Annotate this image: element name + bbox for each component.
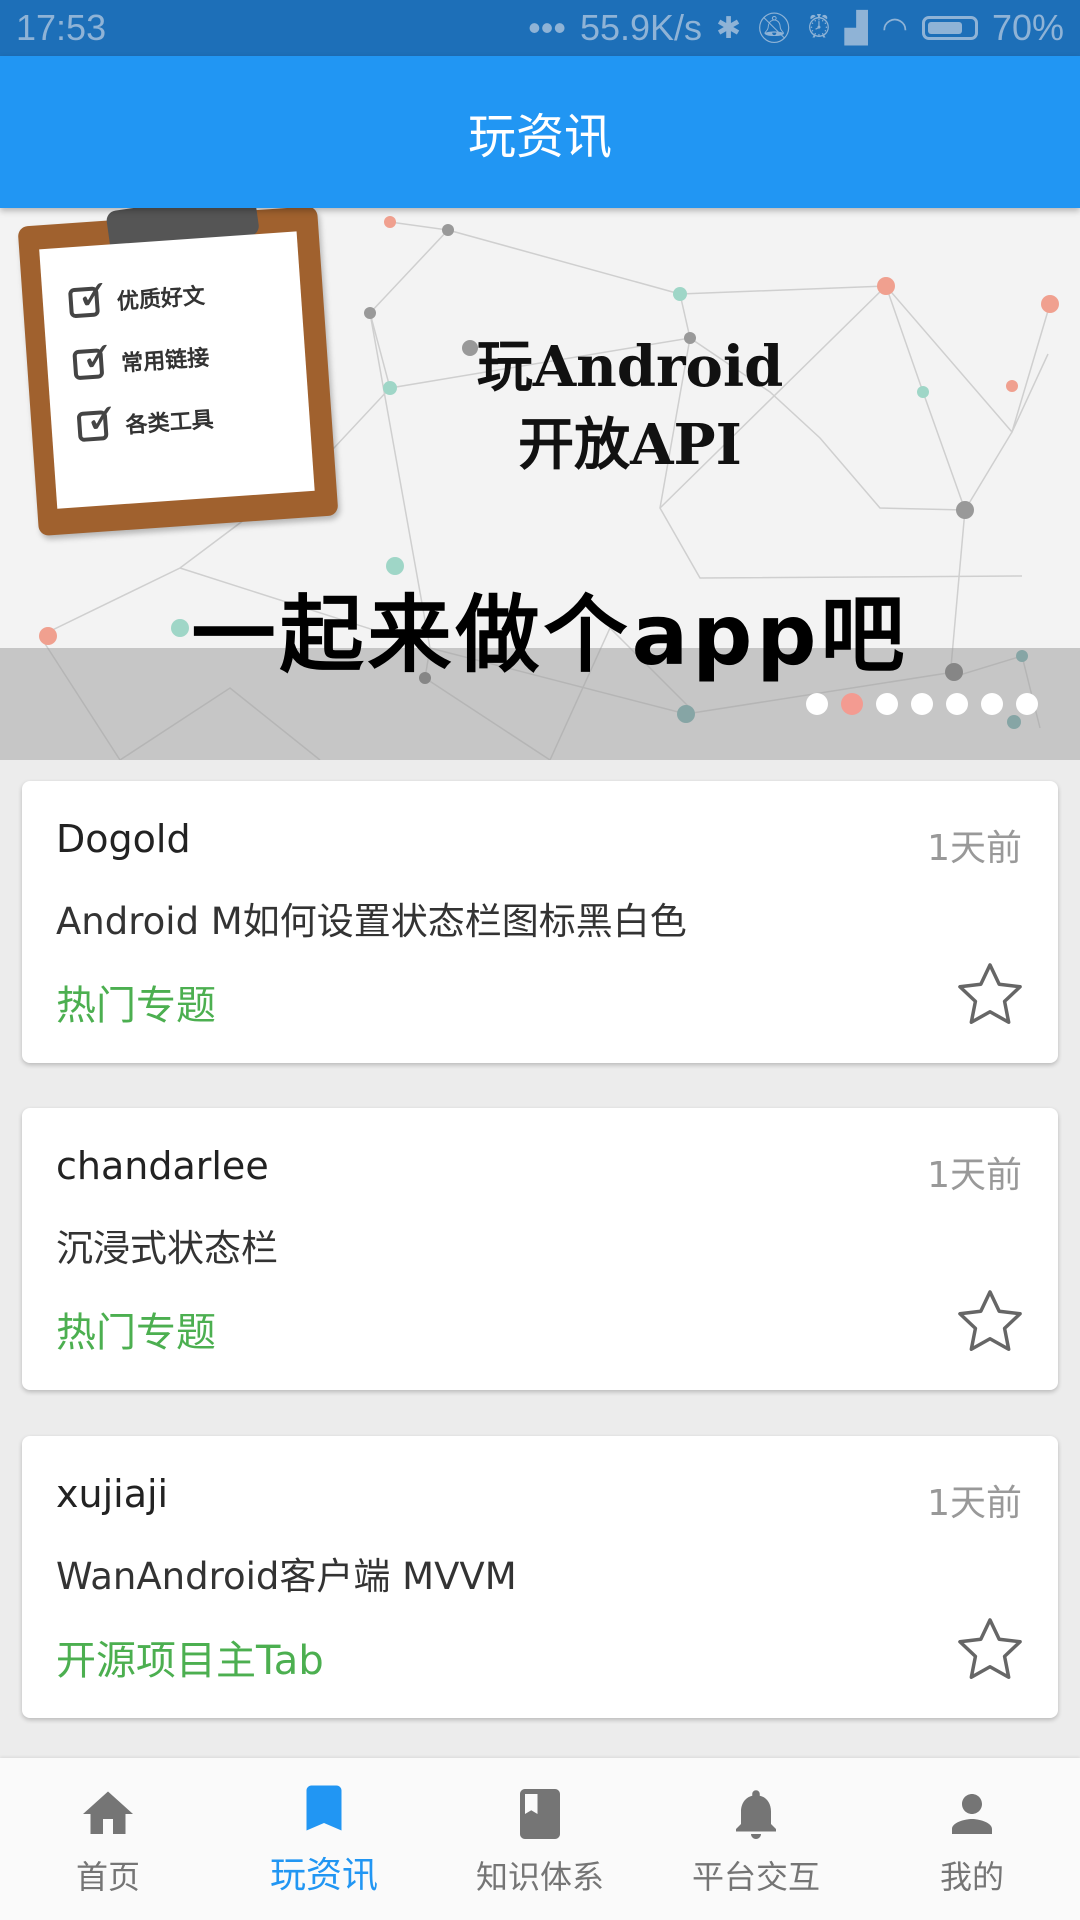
banner-title-line2: 开放API	[518, 412, 742, 478]
banner-title: 玩Android 开放API	[440, 328, 820, 484]
article-card[interactable]: xujiaji 1天前 WanAndroid客户端 MVVM 开源项目主Tab	[22, 1436, 1058, 1718]
bell-icon	[736, 1790, 776, 1839]
clipboard-paper: 优质好文 常用链接 各类工具	[39, 231, 315, 509]
clipboard-illustration: 优质好文 常用链接 各类工具	[17, 208, 339, 537]
nav-home[interactable]: 首页	[0, 1758, 216, 1920]
article-time: 1天前	[927, 1483, 1022, 1524]
banner-indicator[interactable]	[806, 693, 1038, 715]
nav-knowledge-system[interactable]: 知识体系	[432, 1758, 648, 1920]
indicator-dot[interactable]	[981, 693, 1003, 715]
mute-icon: 🔕︎	[755, 11, 794, 45]
nav-label: 平台交互	[691, 1858, 820, 1896]
nav-label: 首页	[75, 1858, 140, 1896]
nav-label: 玩资讯	[269, 1855, 378, 1896]
indicator-dot[interactable]	[1016, 693, 1038, 715]
nav-label: 我的	[939, 1858, 1004, 1896]
page-title: 玩资讯	[467, 109, 612, 165]
star-icon[interactable]	[952, 957, 1028, 1033]
article-card[interactable]: Dogold 1天前 Android M如何设置状态栏图标黑白色 热门专题	[22, 781, 1058, 1063]
status-icons: ••• 55.9K/s ✱ 🔕︎ ⏰︎ ▟ ◠ 70%	[528, 7, 1064, 49]
article-time: 1天前	[927, 1155, 1022, 1196]
checklist-label: 优质好文	[116, 283, 206, 316]
indicator-dot[interactable]	[911, 693, 933, 715]
person-icon	[952, 1794, 992, 1834]
indicator-dot[interactable]	[841, 693, 863, 715]
status-bar: 17:53 ••• 55.9K/s ✱ 🔕︎ ⏰︎ ▟ ◠ 70%	[0, 0, 1080, 56]
signal-icon: ▟	[844, 11, 868, 45]
home-icon	[83, 1791, 133, 1834]
book-icon	[520, 1789, 560, 1839]
nav-label: 知识体系	[475, 1858, 604, 1896]
nav-mine[interactable]: 我的	[864, 1758, 1080, 1920]
indicator-dot[interactable]	[946, 693, 968, 715]
wifi-icon: ◠	[881, 11, 908, 45]
bluetooth-icon: ✱	[716, 11, 742, 45]
checkbox-icon	[67, 286, 100, 319]
checklist-item: 常用链接	[72, 333, 306, 381]
checklist-item: 优质好文	[67, 271, 302, 319]
checkbox-icon	[72, 348, 105, 381]
checklist-label: 常用链接	[120, 345, 211, 377]
banner-carousel[interactable]: 优质好文 常用链接 各类工具 玩Android 开放API 一起来做个app吧	[0, 208, 1080, 760]
article-title: Android M如何设置状态栏图标黑白色	[56, 900, 687, 943]
star-icon[interactable]	[952, 1612, 1028, 1688]
app-bar: 玩资讯	[0, 56, 1080, 208]
article-card[interactable]: chandarlee 1天前 沉浸式状态栏 热门专题	[22, 1108, 1058, 1390]
star-icon[interactable]	[952, 1284, 1028, 1360]
bottom-navigation: 首页 玩资讯 知识体系 平台交互 我的	[0, 1758, 1080, 1920]
article-chapter[interactable]: 开源项目主Tab	[56, 1628, 324, 1686]
article-author: xujiaji	[56, 1472, 169, 1516]
banner-title-line1: 玩Android	[476, 334, 784, 400]
battery-icon	[921, 16, 978, 40]
checkbox-icon	[76, 410, 109, 443]
banner-slogan: 一起来做个app吧	[191, 586, 909, 684]
indicator-dot[interactable]	[806, 693, 828, 715]
more-dots: •••	[528, 7, 566, 48]
article-title: 沉浸式状态栏	[56, 1227, 278, 1270]
article-chapter[interactable]: 热门专题	[56, 1300, 216, 1358]
status-time: 17:53	[16, 7, 107, 48]
battery-percent: 70%	[991, 7, 1064, 48]
article-author: Dogold	[56, 817, 191, 861]
indicator-dot[interactable]	[876, 693, 898, 715]
nav-wan-news[interactable]: 玩资讯	[216, 1758, 432, 1920]
checklist-item: 各类工具	[76, 395, 311, 443]
checklist-label: 各类工具	[124, 407, 215, 439]
bookmark-icon	[306, 1785, 342, 1831]
article-time: 1天前	[927, 828, 1022, 869]
nav-platform-interaction[interactable]: 平台交互	[648, 1758, 864, 1920]
alarm-icon: ⏰︎	[807, 11, 831, 44]
network-speed: 55.9K/s	[579, 7, 703, 48]
article-chapter[interactable]: 热门专题	[56, 973, 216, 1031]
article-title: WanAndroid客户端 MVVM	[56, 1555, 517, 1598]
article-author: chandarlee	[56, 1144, 269, 1188]
